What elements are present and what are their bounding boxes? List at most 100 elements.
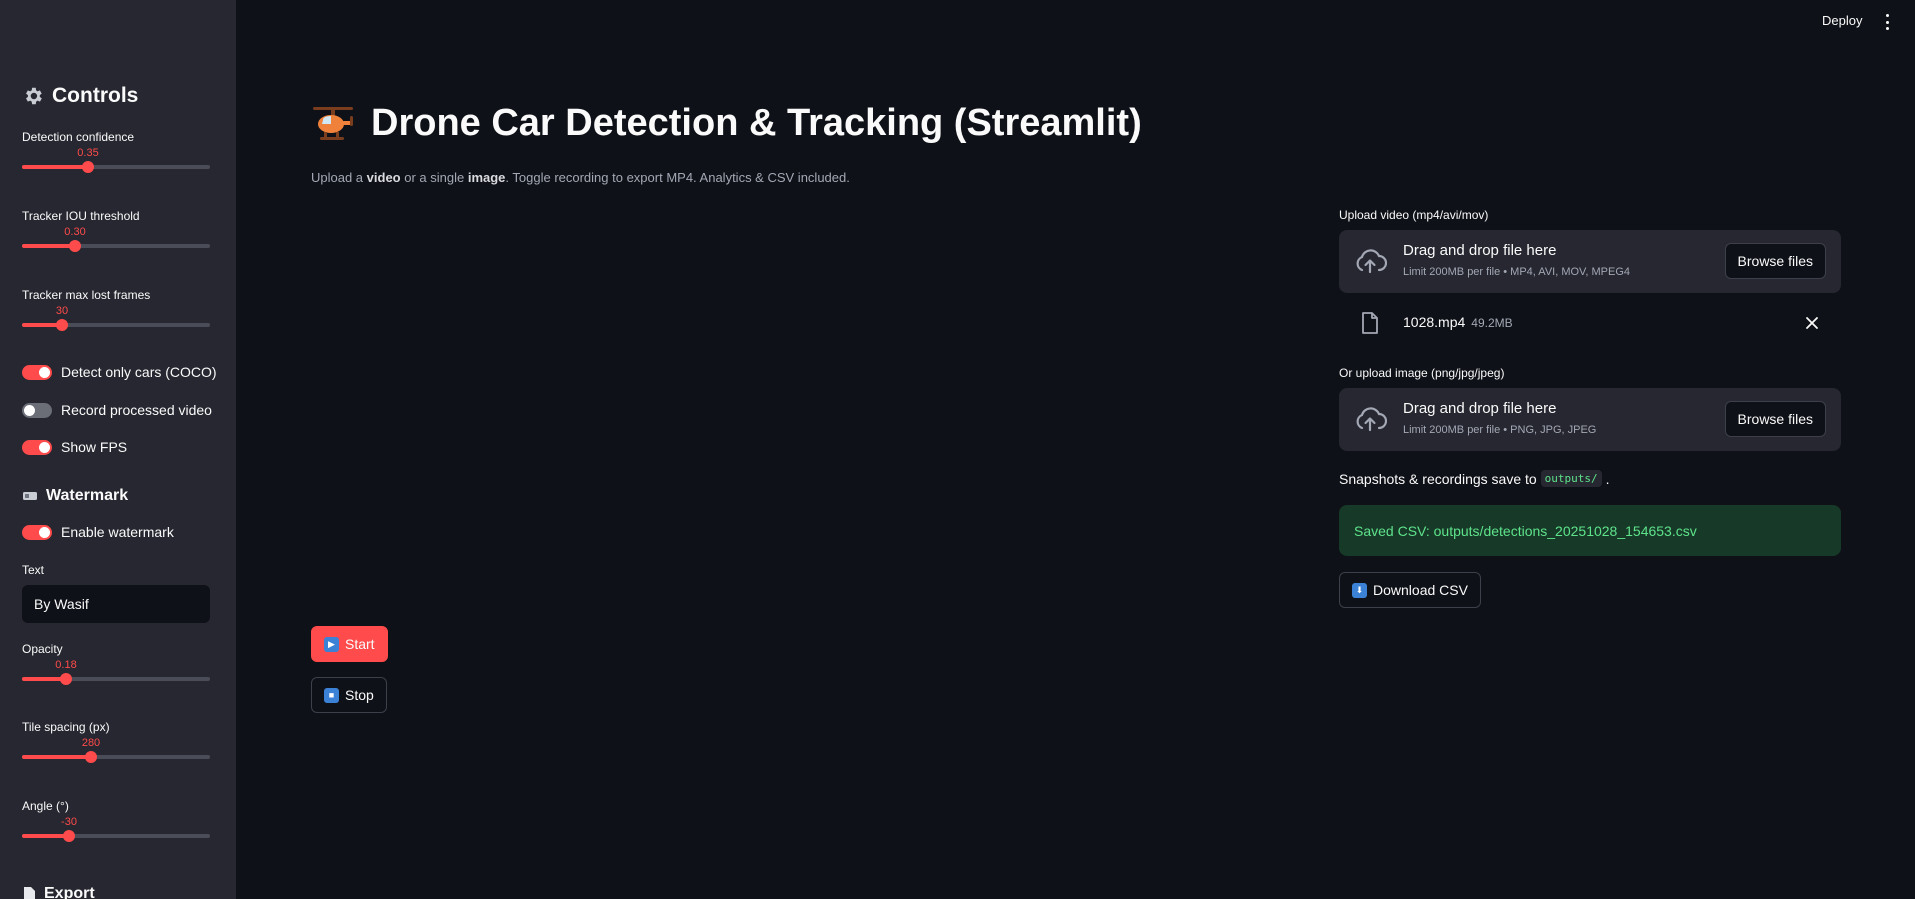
slider-tracker-iou[interactable]: Tracker IOU threshold 0.30 xyxy=(22,209,210,252)
browse-files-button[interactable]: Browse files xyxy=(1724,243,1826,279)
stop-icon: ■ xyxy=(324,687,339,703)
snapshots-text: Snapshots & recordings save to xyxy=(1339,470,1537,487)
toggle-label: Show FPS xyxy=(61,439,128,455)
dropzone-title: Drag and drop file here xyxy=(1403,400,1557,417)
browse-files-button[interactable]: Browse files xyxy=(1724,401,1826,437)
slider-tracker-max-lost[interactable]: Tracker max lost frames 30 xyxy=(22,288,210,331)
export-heading: Export xyxy=(22,885,95,899)
watermark-text-input[interactable] xyxy=(22,585,210,623)
subtitle-bold-image: image xyxy=(467,170,506,185)
export-title: Export xyxy=(44,885,95,899)
file-size: 49.2MB xyxy=(1471,316,1513,330)
text-field-label: Text xyxy=(22,563,45,577)
deploy-button[interactable]: Deploy xyxy=(1822,13,1862,28)
slider-value: 0.18 xyxy=(55,659,77,671)
toggle-switch[interactable] xyxy=(22,402,52,418)
video-dropzone[interactable]: Drag and drop file here Limit 200MB per … xyxy=(1339,230,1841,293)
slider-detection-confidence[interactable]: Detection confidence 0.35 xyxy=(22,130,210,173)
slider-value: 0.35 xyxy=(77,147,99,159)
slider-label: Angle (°) xyxy=(22,799,69,813)
slider-thumb[interactable] xyxy=(85,751,97,763)
toggle-switch[interactable] xyxy=(22,524,52,540)
file-name-text: 1028.mp4 xyxy=(1403,314,1466,330)
slider-angle[interactable]: Angle (°) -30 xyxy=(22,799,210,842)
slider-thumb[interactable] xyxy=(82,161,94,173)
image-uploader-label: Or upload image (png/jpg/jpeg) xyxy=(1339,366,1505,380)
gear-icon xyxy=(26,87,42,105)
slider-opacity[interactable]: Opacity 0.18 xyxy=(22,642,210,685)
controls-title: Controls xyxy=(52,84,139,107)
slider-track[interactable] xyxy=(22,830,210,842)
slider-thumb[interactable] xyxy=(63,830,75,842)
start-button[interactable]: ▶ Start xyxy=(311,626,388,662)
page-subtitle: Upload a video or a single image. Toggle… xyxy=(311,170,850,185)
toggle-detect-only-cars[interactable]: Detect only cars (COCO) xyxy=(22,364,217,380)
slider-track[interactable] xyxy=(22,751,210,763)
watermark-heading: Watermark xyxy=(22,487,128,505)
slider-tile-spacing[interactable]: Tile spacing (px) 280 xyxy=(22,720,210,763)
watermark-title: Watermark xyxy=(46,487,129,504)
uploaded-file-row: 1028.mp4 49.2MB xyxy=(1339,306,1841,340)
slider-label: Tracker IOU threshold xyxy=(22,209,140,223)
slider-value: 0.30 xyxy=(64,226,86,238)
close-icon[interactable] xyxy=(1805,316,1819,330)
video-uploader-label: Upload video (mp4/avi/mov) xyxy=(1339,208,1489,222)
slider-value: -30 xyxy=(61,816,77,828)
slider-value: 280 xyxy=(81,737,101,749)
toggle-record-video[interactable]: Record processed video xyxy=(22,402,212,418)
dropzone-subtitle: Limit 200MB per file • PNG, JPG, JPEG xyxy=(1403,424,1597,436)
controls-heading: Controls xyxy=(22,84,138,108)
slider-track[interactable] xyxy=(22,240,210,252)
slider-label: Detection confidence xyxy=(22,130,135,144)
page-title-text: Drone Car Detection & Tracking (Streamli… xyxy=(371,102,1142,144)
document-icon xyxy=(24,887,35,899)
subtitle-text: . Toggle recording to export MP4. Analyt… xyxy=(505,170,850,185)
slider-thumb[interactable] xyxy=(60,673,72,685)
subtitle-text: Upload a xyxy=(311,170,367,185)
cloud-upload-icon xyxy=(1356,249,1387,274)
slider-label: Opacity xyxy=(22,642,63,656)
slider-track[interactable] xyxy=(22,161,210,173)
stop-button[interactable]: ■ Stop xyxy=(311,677,387,713)
toggle-enable-watermark[interactable]: Enable watermark xyxy=(22,524,174,540)
dropzone-subtitle: Limit 200MB per file • MP4, AVI, MOV, MP… xyxy=(1403,266,1630,278)
slider-fill xyxy=(22,755,91,759)
slider-value: 30 xyxy=(55,305,69,317)
helicopter-icon xyxy=(313,106,353,140)
download-arrow-icon: ⬇ xyxy=(1352,582,1367,598)
toggle-show-fps[interactable]: Show FPS xyxy=(22,439,127,455)
subtitle-text: or a single xyxy=(400,170,468,185)
dropzone-title: Drag and drop file here xyxy=(1403,242,1557,259)
snapshots-note: Snapshots & recordings save to outputs/ … xyxy=(1339,470,1610,487)
download-label: Download CSV xyxy=(1373,582,1468,598)
slider-thumb[interactable] xyxy=(56,319,68,331)
slider-fill xyxy=(22,244,75,248)
cloud-upload-icon xyxy=(1356,407,1387,432)
main-menu-icon[interactable] xyxy=(1884,14,1890,30)
start-label: Start xyxy=(345,636,375,652)
file-icon xyxy=(1362,312,1378,334)
slider-fill xyxy=(22,834,69,838)
sidebar: Controls Detection confidence 0.35 Track… xyxy=(0,0,236,899)
play-icon: ▶ xyxy=(324,636,339,652)
slider-fill xyxy=(22,165,88,169)
snapshots-suffix: . xyxy=(1605,470,1610,487)
slider-track[interactable] xyxy=(22,673,210,685)
slider-label: Tile spacing (px) xyxy=(22,720,110,734)
image-dropzone[interactable]: Drag and drop file here Limit 200MB per … xyxy=(1339,388,1841,451)
toggle-switch[interactable] xyxy=(22,364,52,380)
slider-thumb[interactable] xyxy=(69,240,81,252)
toggle-label: Detect only cars (COCO) xyxy=(61,364,217,380)
stop-label: Stop xyxy=(345,687,374,703)
tag-icon xyxy=(23,492,37,500)
toggle-switch[interactable] xyxy=(22,439,52,455)
output-path-code: outputs/ xyxy=(1540,470,1602,487)
slider-track[interactable] xyxy=(22,319,210,331)
toggle-label: Record processed video xyxy=(61,402,212,418)
toggle-label: Enable watermark xyxy=(61,524,174,540)
page-title: Drone Car Detection & Tracking (Streamli… xyxy=(311,102,1142,145)
uploaded-file-name: 1028.mp4 49.2MB xyxy=(1403,314,1513,330)
download-csv-button[interactable]: ⬇ Download CSV xyxy=(1339,572,1481,608)
subtitle-bold-video: video xyxy=(366,170,401,185)
app: Controls Detection confidence 0.35 Track… xyxy=(0,0,1915,899)
